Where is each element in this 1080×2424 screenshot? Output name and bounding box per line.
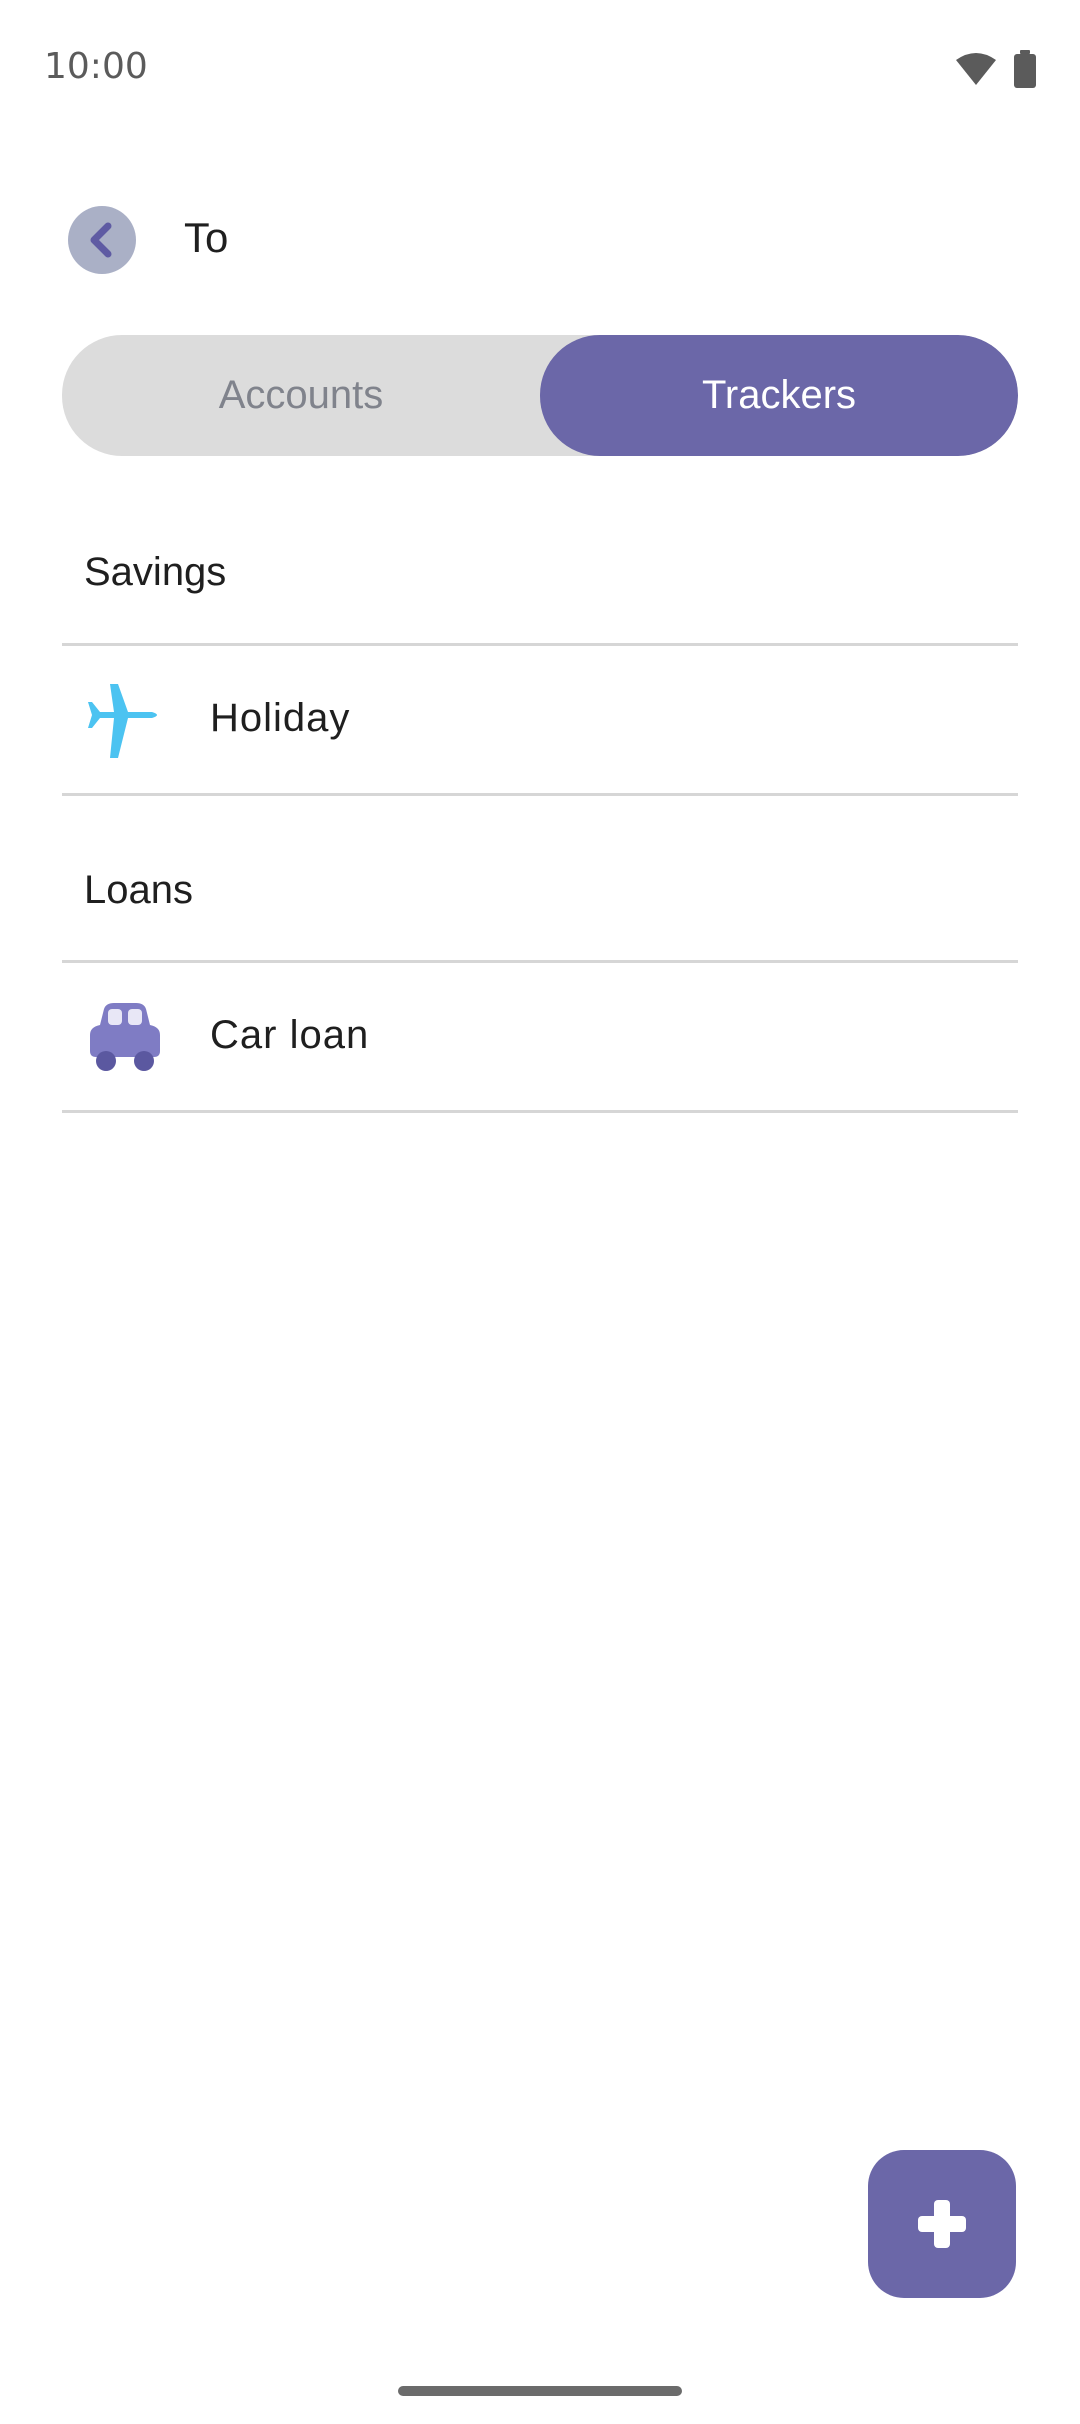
list-item-car-loan[interactable]: Car loan [62, 963, 1018, 1111]
tab-switcher: Accounts Trackers [62, 335, 1018, 456]
airplane-icon [88, 684, 157, 758]
chevron-left-icon [90, 222, 112, 258]
status-icons [956, 50, 1036, 88]
car-icon [90, 1003, 160, 1071]
status-time: 10:00 [44, 46, 148, 87]
tab-trackers[interactable]: Trackers [540, 335, 1018, 456]
wifi-icon [956, 53, 996, 85]
add-button[interactable] [868, 2150, 1016, 2298]
battery-icon [1014, 50, 1036, 88]
list-item-label: Car loan [210, 1013, 370, 1057]
divider [62, 793, 1018, 796]
header: To [0, 200, 1080, 280]
tab-accounts[interactable]: Accounts [62, 335, 540, 456]
section-header-savings: Savings [84, 550, 227, 594]
list-item-holiday[interactable]: Holiday [62, 646, 1018, 794]
divider [62, 1110, 1018, 1113]
list-item-label: Holiday [210, 696, 351, 740]
section-header-loans: Loans [84, 868, 193, 912]
home-indicator[interactable] [398, 2386, 682, 2396]
status-bar: 10:00 [0, 0, 1080, 140]
page-title: To [184, 214, 229, 261]
plus-icon [918, 2200, 966, 2248]
back-button[interactable] [68, 206, 136, 274]
